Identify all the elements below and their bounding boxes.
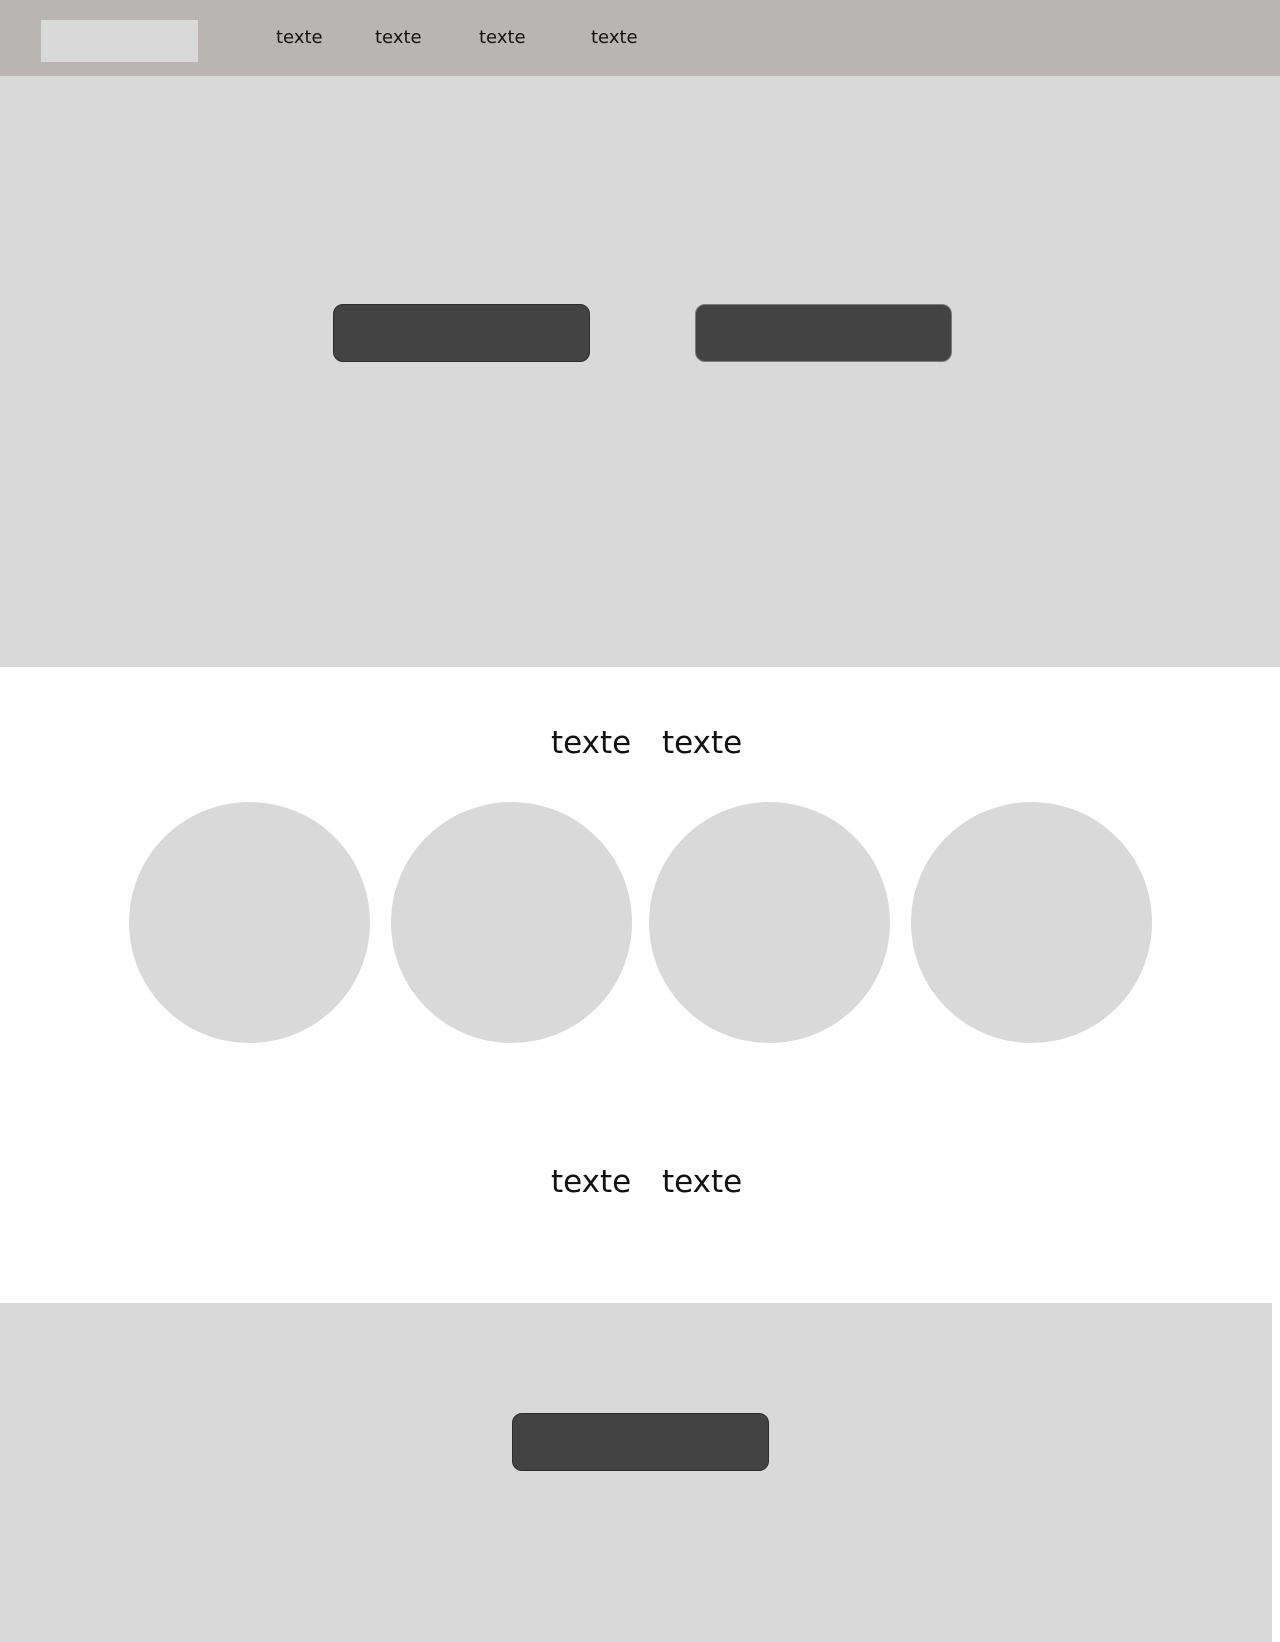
image-circle-4 xyxy=(911,802,1152,1043)
nav-link-4[interactable]: texte xyxy=(591,27,638,49)
hero-section xyxy=(0,76,1280,667)
hero-secondary-button[interactable] xyxy=(695,304,952,362)
section-heading-word-1: texte xyxy=(551,725,632,761)
hero-primary-button[interactable] xyxy=(333,304,590,362)
image-circle-2 xyxy=(391,802,632,1043)
nav-link-2[interactable]: texte xyxy=(375,27,422,49)
image-circle-3 xyxy=(649,802,890,1043)
site-header: texte texte texte texte xyxy=(0,0,1280,76)
logo-placeholder[interactable] xyxy=(41,20,198,62)
nav-link-3[interactable]: texte xyxy=(479,27,526,49)
section-heading-word-2: texte xyxy=(662,725,743,761)
site-footer xyxy=(0,1303,1272,1642)
section-heading-word-3: texte xyxy=(551,1164,632,1200)
page: texte texte texte texte texte texte text… xyxy=(0,0,1280,1642)
nav-link-1[interactable]: texte xyxy=(276,27,323,49)
section-heading-word-4: texte xyxy=(662,1164,743,1200)
footer-button[interactable] xyxy=(512,1413,769,1471)
image-circle-1 xyxy=(129,802,370,1043)
